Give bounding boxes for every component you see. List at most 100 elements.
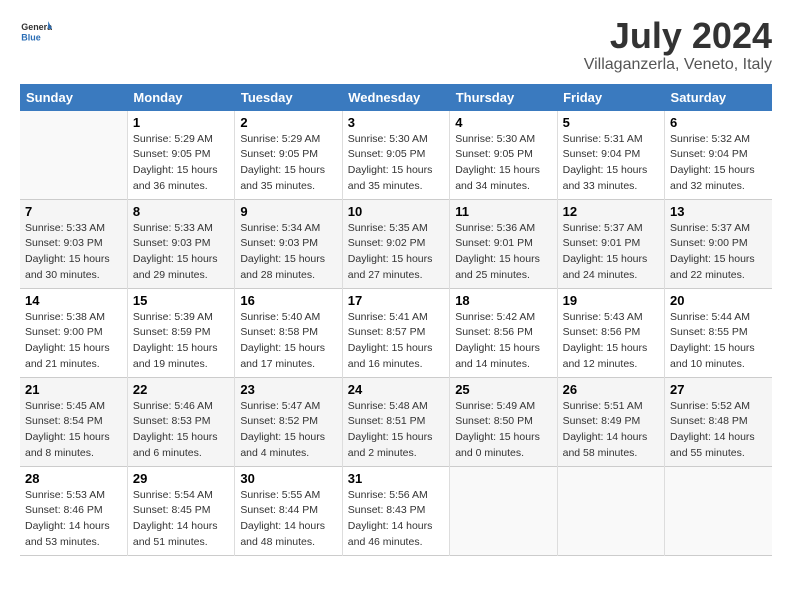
calendar-cell — [450, 466, 557, 555]
day-number: 14 — [25, 293, 122, 308]
calendar-cell: 12 Sunrise: 5:37 AM Sunset: 9:01 PM Dayli… — [557, 199, 664, 288]
calendar-cell: 18 Sunrise: 5:42 AM Sunset: 8:56 PM Dayli… — [450, 288, 557, 377]
day-number: 26 — [563, 382, 659, 397]
day-info: Sunrise: 5:30 AM Sunset: 9:05 PM Dayligh… — [348, 132, 444, 195]
day-number: 19 — [563, 293, 659, 308]
day-number: 4 — [455, 115, 551, 130]
day-info: Sunrise: 5:31 AM Sunset: 9:04 PM Dayligh… — [563, 132, 659, 195]
day-info: Sunrise: 5:42 AM Sunset: 8:56 PM Dayligh… — [455, 310, 551, 373]
svg-text:Blue: Blue — [21, 32, 40, 42]
calendar-cell — [557, 466, 664, 555]
day-info: Sunrise: 5:29 AM Sunset: 9:05 PM Dayligh… — [240, 132, 336, 195]
calendar-row: 28 Sunrise: 5:53 AM Sunset: 8:46 PM Dayli… — [20, 466, 772, 555]
day-info: Sunrise: 5:52 AM Sunset: 8:48 PM Dayligh… — [670, 399, 767, 462]
day-number: 24 — [348, 382, 444, 397]
day-info: Sunrise: 5:45 AM Sunset: 8:54 PM Dayligh… — [25, 399, 122, 462]
day-info: Sunrise: 5:49 AM Sunset: 8:50 PM Dayligh… — [455, 399, 551, 462]
header-cell-wednesday: Wednesday — [342, 84, 449, 111]
calendar-cell: 5 Sunrise: 5:31 AM Sunset: 9:04 PM Daylig… — [557, 111, 664, 200]
calendar-cell: 23 Sunrise: 5:47 AM Sunset: 8:52 PM Dayli… — [235, 377, 342, 466]
calendar-row: 14 Sunrise: 5:38 AM Sunset: 9:00 PM Dayli… — [20, 288, 772, 377]
header-cell-saturday: Saturday — [665, 84, 772, 111]
title-block: July 2024 Villaganzerla, Veneto, Italy — [584, 16, 772, 74]
day-info: Sunrise: 5:56 AM Sunset: 8:43 PM Dayligh… — [348, 488, 444, 551]
day-number: 5 — [563, 115, 659, 130]
header-cell-tuesday: Tuesday — [235, 84, 342, 111]
day-number: 28 — [25, 471, 122, 486]
calendar-cell — [20, 111, 127, 200]
header-cell-sunday: Sunday — [20, 84, 127, 111]
day-number: 21 — [25, 382, 122, 397]
day-info: Sunrise: 5:35 AM Sunset: 9:02 PM Dayligh… — [348, 221, 444, 284]
calendar-cell — [665, 466, 772, 555]
calendar-cell: 11 Sunrise: 5:36 AM Sunset: 9:01 PM Dayli… — [450, 199, 557, 288]
day-info: Sunrise: 5:53 AM Sunset: 8:46 PM Dayligh… — [25, 488, 122, 551]
day-number: 23 — [240, 382, 336, 397]
calendar-cell: 28 Sunrise: 5:53 AM Sunset: 8:46 PM Dayli… — [20, 466, 127, 555]
day-number: 20 — [670, 293, 767, 308]
day-info: Sunrise: 5:36 AM Sunset: 9:01 PM Dayligh… — [455, 221, 551, 284]
day-number: 18 — [455, 293, 551, 308]
calendar-table: SundayMondayTuesdayWednesdayThursdayFrid… — [20, 84, 772, 556]
calendar-cell: 1 Sunrise: 5:29 AM Sunset: 9:05 PM Daylig… — [127, 111, 234, 200]
day-number: 7 — [25, 204, 122, 219]
day-number: 13 — [670, 204, 767, 219]
day-info: Sunrise: 5:54 AM Sunset: 8:45 PM Dayligh… — [133, 488, 229, 551]
day-number: 22 — [133, 382, 229, 397]
calendar-row: 7 Sunrise: 5:33 AM Sunset: 9:03 PM Daylig… — [20, 199, 772, 288]
calendar-cell: 22 Sunrise: 5:46 AM Sunset: 8:53 PM Dayli… — [127, 377, 234, 466]
calendar-cell: 7 Sunrise: 5:33 AM Sunset: 9:03 PM Daylig… — [20, 199, 127, 288]
calendar-row: 21 Sunrise: 5:45 AM Sunset: 8:54 PM Dayli… — [20, 377, 772, 466]
calendar-cell: 3 Sunrise: 5:30 AM Sunset: 9:05 PM Daylig… — [342, 111, 449, 200]
calendar-cell: 27 Sunrise: 5:52 AM Sunset: 8:48 PM Dayli… — [665, 377, 772, 466]
day-info: Sunrise: 5:40 AM Sunset: 8:58 PM Dayligh… — [240, 310, 336, 373]
main-title: July 2024 — [584, 16, 772, 56]
calendar-cell: 20 Sunrise: 5:44 AM Sunset: 8:55 PM Dayli… — [665, 288, 772, 377]
calendar-cell: 10Sunrise: 5:35 AM Sunset: 9:02 PM Dayli… — [342, 199, 449, 288]
calendar-cell: 19Sunrise: 5:43 AM Sunset: 8:56 PM Dayli… — [557, 288, 664, 377]
calendar-cell: 24 Sunrise: 5:48 AM Sunset: 8:51 PM Dayli… — [342, 377, 449, 466]
calendar-cell: 17Sunrise: 5:41 AM Sunset: 8:57 PM Dayli… — [342, 288, 449, 377]
day-info: Sunrise: 5:51 AM Sunset: 8:49 PM Dayligh… — [563, 399, 659, 462]
day-info: Sunrise: 5:30 AM Sunset: 9:05 PM Dayligh… — [455, 132, 551, 195]
day-info: Sunrise: 5:44 AM Sunset: 8:55 PM Dayligh… — [670, 310, 767, 373]
day-info: Sunrise: 5:38 AM Sunset: 9:00 PM Dayligh… — [25, 310, 122, 373]
day-number: 11 — [455, 204, 551, 219]
day-number: 27 — [670, 382, 767, 397]
day-number: 3 — [348, 115, 444, 130]
day-number: 6 — [670, 115, 767, 130]
calendar-cell: 2 Sunrise: 5:29 AM Sunset: 9:05 PM Daylig… — [235, 111, 342, 200]
day-number: 31 — [348, 471, 444, 486]
day-number: 30 — [240, 471, 336, 486]
day-number: 1 — [133, 115, 229, 130]
logo-icon: General Blue — [20, 16, 52, 48]
day-info: Sunrise: 5:37 AM Sunset: 9:01 PM Dayligh… — [563, 221, 659, 284]
day-info: Sunrise: 5:33 AM Sunset: 9:03 PM Dayligh… — [133, 221, 229, 284]
calendar-cell: 16Sunrise: 5:40 AM Sunset: 8:58 PM Dayli… — [235, 288, 342, 377]
day-info: Sunrise: 5:32 AM Sunset: 9:04 PM Dayligh… — [670, 132, 767, 195]
day-info: Sunrise: 5:55 AM Sunset: 8:44 PM Dayligh… — [240, 488, 336, 551]
day-info: Sunrise: 5:46 AM Sunset: 8:53 PM Dayligh… — [133, 399, 229, 462]
day-info: Sunrise: 5:34 AM Sunset: 9:03 PM Dayligh… — [240, 221, 336, 284]
calendar-cell: 13 Sunrise: 5:37 AM Sunset: 9:00 PM Dayli… — [665, 199, 772, 288]
calendar-cell: 26 Sunrise: 5:51 AM Sunset: 8:49 PM Dayli… — [557, 377, 664, 466]
calendar-cell: 4 Sunrise: 5:30 AM Sunset: 9:05 PM Daylig… — [450, 111, 557, 200]
day-info: Sunrise: 5:33 AM Sunset: 9:03 PM Dayligh… — [25, 221, 122, 284]
page-header: General Blue July 2024 Villaganzerla, Ve… — [20, 16, 772, 74]
subtitle: Villaganzerla, Veneto, Italy — [584, 56, 772, 74]
calendar-cell: 31 Sunrise: 5:56 AM Sunset: 8:43 PM Dayli… — [342, 466, 449, 555]
day-info: Sunrise: 5:29 AM Sunset: 9:05 PM Dayligh… — [133, 132, 229, 195]
header-cell-friday: Friday — [557, 84, 664, 111]
calendar-header-row: SundayMondayTuesdayWednesdayThursdayFrid… — [20, 84, 772, 111]
day-number: 2 — [240, 115, 336, 130]
header-cell-monday: Monday — [127, 84, 234, 111]
day-number: 12 — [563, 204, 659, 219]
calendar-cell: 29Sunrise: 5:54 AM Sunset: 8:45 PM Dayli… — [127, 466, 234, 555]
calendar-cell: 14 Sunrise: 5:38 AM Sunset: 9:00 PM Dayli… — [20, 288, 127, 377]
day-info: Sunrise: 5:37 AM Sunset: 9:00 PM Dayligh… — [670, 221, 767, 284]
day-number: 25 — [455, 382, 551, 397]
day-number: 8 — [133, 204, 229, 219]
day-info: Sunrise: 5:47 AM Sunset: 8:52 PM Dayligh… — [240, 399, 336, 462]
day-info: Sunrise: 5:48 AM Sunset: 8:51 PM Dayligh… — [348, 399, 444, 462]
svg-text:General: General — [21, 22, 52, 32]
